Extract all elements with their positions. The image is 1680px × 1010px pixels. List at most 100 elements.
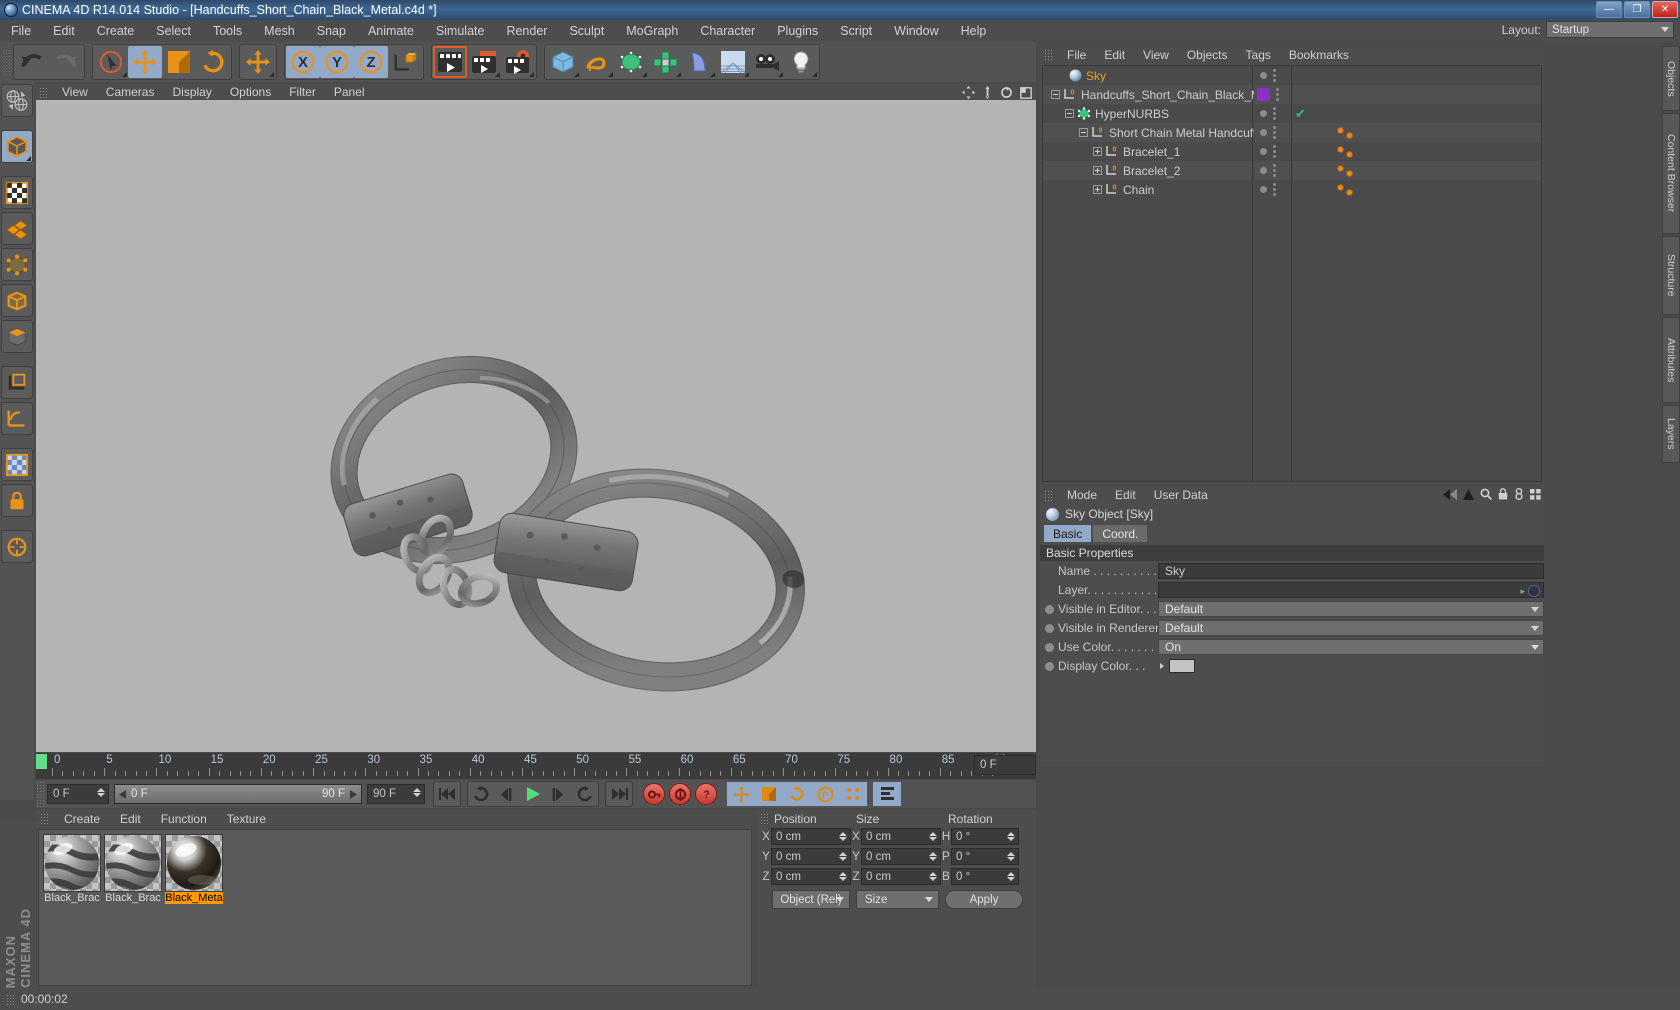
material-list[interactable]: Black_Brac Black_Brac Black_Meta <box>38 829 752 986</box>
search-icon[interactable] <box>1480 488 1492 500</box>
menu-render[interactable]: Render <box>495 20 558 42</box>
spinner-icon[interactable] <box>929 832 937 841</box>
grid-menu-icon[interactable] <box>1530 488 1541 500</box>
menu-plugins[interactable]: Plugins <box>766 20 829 42</box>
menu-simulate[interactable]: Simulate <box>425 20 496 42</box>
object-row[interactable]: 0 Short Chain Metal Handcuffs <box>1043 123 1262 142</box>
close-button[interactable]: ✕ <box>1652 1 1678 18</box>
spinner-icon[interactable] <box>1007 852 1015 861</box>
add-camera-button[interactable] <box>750 46 784 78</box>
visibility-dots-icon[interactable] <box>1273 164 1276 177</box>
lock-icon[interactable] <box>1498 488 1508 500</box>
enable-axis-button[interactable] <box>1 402 33 435</box>
coord-input[interactable]: 0 cm <box>771 868 851 885</box>
animbar-grip[interactable] <box>36 781 44 807</box>
object-tags-cell[interactable] <box>1293 66 1541 85</box>
timeline-layout-button[interactable] <box>873 782 901 806</box>
visibility-dot-icon[interactable] <box>1260 186 1267 193</box>
side-tab-content-browser[interactable]: Content Browser <box>1662 113 1680 234</box>
attribute-dropdown[interactable]: Default <box>1158 620 1544 636</box>
object-menu-bookmarks[interactable]: Bookmarks <box>1280 48 1358 62</box>
material-tag-icon[interactable] <box>1337 126 1344 134</box>
expander-plus-icon[interactable] <box>1093 147 1102 156</box>
object-row[interactable]: 0 Bracelet_2 <box>1043 161 1252 180</box>
point-level-animation-toggle[interactable] <box>839 782 867 806</box>
object-visibility-cell[interactable] <box>1254 180 1291 199</box>
object-tree-visibility-column[interactable] <box>1254 66 1292 481</box>
viewport-menu-cameras[interactable]: Cameras <box>97 84 164 100</box>
z-axis-lock[interactable]: Z <box>354 46 388 78</box>
object-visibility-cell[interactable] <box>1254 85 1291 104</box>
record-active-objects-button[interactable] <box>643 783 665 805</box>
add-nurbs-button[interactable] <box>614 46 648 78</box>
add-floor-environment-button[interactable] <box>716 46 750 78</box>
size-mode-dropdown[interactable]: Size <box>856 890 939 909</box>
material-item[interactable]: Black_Brac <box>104 834 162 904</box>
parameter-bullet-icon[interactable] <box>1045 604 1054 614</box>
menu-window[interactable]: Window <box>883 20 949 42</box>
object-menu-tags[interactable]: Tags <box>1237 48 1280 62</box>
object-row[interactable]: 0 Bracelet_1 <box>1043 142 1252 161</box>
coord-input[interactable]: 0 cm <box>861 828 941 845</box>
viewport-menu-display[interactable]: Display <box>163 84 220 100</box>
points-mode-button[interactable] <box>1 248 33 281</box>
polygon-mode-button[interactable] <box>1 212 33 245</box>
render-view-button[interactable] <box>433 46 467 78</box>
pin-icon[interactable] <box>1514 488 1524 500</box>
visibility-dot-icon[interactable] <box>1260 167 1267 174</box>
layer-expand-icon[interactable]: ▸ <box>1520 586 1525 597</box>
object-tags-cell[interactable] <box>1293 161 1541 180</box>
attributes-menu-edit[interactable]: Edit <box>1106 488 1145 502</box>
coord-rot-input[interactable]: 0 ° <box>951 828 1019 845</box>
material-tag-icon[interactable] <box>1346 188 1353 196</box>
spinner-icon-2[interactable] <box>413 788 421 797</box>
menu-mograph[interactable]: MoGraph <box>615 20 689 42</box>
object-visibility-cell[interactable] <box>1254 123 1291 142</box>
add-spline-button[interactable] <box>580 46 614 78</box>
dolly-icon[interactable] <box>982 86 993 99</box>
timeline-ruler[interactable]: 051015202530354045505560657075808590 0 F <box>36 753 1036 779</box>
side-tab-objects[interactable]: Objects <box>1662 46 1680 111</box>
material-tag-icon[interactable] <box>1337 164 1344 172</box>
object-name[interactable]: Chain <box>1123 183 1154 197</box>
scale-key-toggle[interactable] <box>755 782 783 806</box>
attributes-tab-basic[interactable]: Basic <box>1044 525 1092 542</box>
render-to-picture-viewer-button[interactable] <box>467 46 501 78</box>
minimize-button[interactable]: — <box>1596 1 1622 18</box>
object-name[interactable]: Handcuffs_Short_Chain_Black_Metal <box>1081 88 1280 102</box>
expander-minus-icon[interactable] <box>1079 128 1088 137</box>
viewport-grip[interactable] <box>39 86 48 98</box>
menu-tools[interactable]: Tools <box>202 20 253 42</box>
material-tag-icon[interactable] <box>1337 183 1344 191</box>
layout-dropdown[interactable]: Startup <box>1546 21 1674 38</box>
check-icon[interactable]: ✔ <box>1295 106 1306 122</box>
layer-color-icon[interactable] <box>1528 585 1540 597</box>
maximize-icon[interactable] <box>1020 86 1032 99</box>
menu-edit[interactable]: Edit <box>42 20 86 42</box>
coord-input[interactable]: 0 cm <box>861 848 941 865</box>
viewport-menu-view[interactable]: View <box>53 84 97 100</box>
visibility-dot-icon[interactable] <box>1260 148 1267 155</box>
live-selection-tool[interactable] <box>94 46 128 78</box>
object-row[interactable]: HyperNURBS <box>1043 104 1252 123</box>
coord-input[interactable]: 0 cm <box>771 828 851 845</box>
object-name[interactable]: Bracelet_1 <box>1123 145 1180 159</box>
object-row[interactable]: 0 Chain <box>1043 180 1252 199</box>
spinner-icon[interactable] <box>97 788 105 797</box>
spinner-icon[interactable] <box>839 852 847 861</box>
viewport-menu-panel[interactable]: Panel <box>325 84 374 100</box>
object-tree-body[interactable]: Sky 0 Handcuffs_Short_Chain_Black_Metal … <box>1042 65 1542 482</box>
menu-file[interactable]: File <box>0 20 42 42</box>
render-settings-button[interactable] <box>501 46 535 78</box>
object-name[interactable]: HyperNURBS <box>1095 107 1169 121</box>
side-tab-structure[interactable]: Structure <box>1662 236 1680 315</box>
object-tags-cell[interactable] <box>1293 123 1541 142</box>
maximize-button[interactable]: ❐ <box>1624 1 1650 18</box>
material-tag-icon[interactable] <box>1346 169 1353 177</box>
object-visibility-cell[interactable] <box>1254 142 1291 161</box>
rotation-key-toggle[interactable] <box>783 782 811 806</box>
parameter-bullet-icon[interactable] <box>1045 661 1054 671</box>
attribute-input[interactable]: Sky <box>1158 563 1544 579</box>
rotate-tool[interactable] <box>196 46 230 78</box>
go-to-next-key-button[interactable] <box>572 782 598 806</box>
